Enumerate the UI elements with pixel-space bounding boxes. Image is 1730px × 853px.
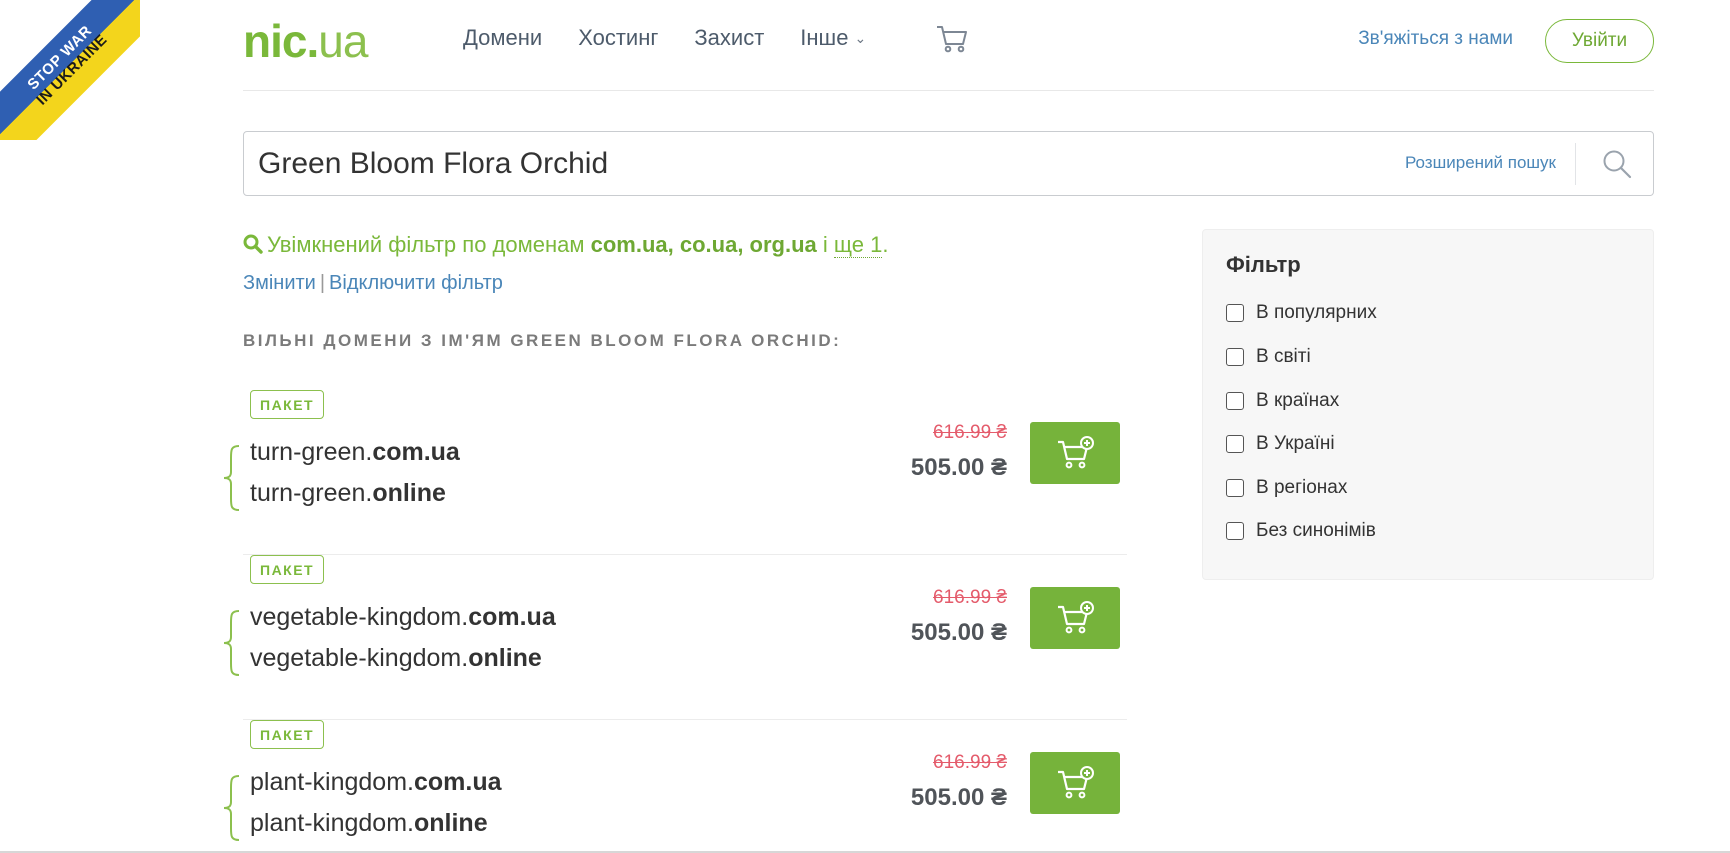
- nav-item-domains[interactable]: Домени: [463, 25, 542, 51]
- domain-tld: com.ua: [413, 768, 502, 796]
- domain-tld: online: [372, 479, 446, 507]
- add-to-cart-button[interactable]: [1030, 587, 1120, 649]
- result-item: ПАКЕТ turn-green.com.ua turn-green.onlin…: [223, 390, 1127, 555]
- domain-name[interactable]: turn-green.com.ua: [250, 438, 460, 467]
- filter-panel: Фільтр В популярних В світі В країнах В …: [1202, 229, 1654, 580]
- advanced-search-link[interactable]: Розширений пошук: [1405, 153, 1556, 173]
- filter-more-link[interactable]: ще 1: [833, 232, 883, 258]
- checkbox[interactable]: [1226, 348, 1244, 366]
- domain-tld: com.ua: [468, 603, 556, 631]
- domain-tld: online: [413, 809, 488, 837]
- nav-item-hosting[interactable]: Хостинг: [578, 25, 658, 51]
- domain-label: plant-kingdom: [250, 809, 408, 837]
- stop-war-ribbon: STOP WAR IN UKRAINE: [0, 0, 140, 140]
- old-price: 616.99 ₴: [933, 422, 1007, 443]
- brace-icon: [223, 445, 240, 511]
- search-divider: [1575, 143, 1576, 185]
- domain-name[interactable]: plant-kingdom.online: [250, 809, 488, 838]
- filter-links: Змінити | Відключити фільтр: [243, 272, 503, 295]
- main-nav: Домени Хостинг Захист Інше ⌄: [463, 25, 866, 51]
- checkbox[interactable]: [1226, 435, 1244, 453]
- chevron-down-icon: ⌄: [854, 29, 867, 46]
- logo-dot: .: [306, 15, 319, 67]
- ribbon-line-2: IN UKRAINE: [33, 31, 111, 109]
- price: 505.00 ₴: [910, 454, 1007, 481]
- contact-link[interactable]: Зв'яжіться з нами: [1358, 28, 1513, 50]
- filter-notice-text: Увімкнений фільтр по доменам: [267, 232, 585, 257]
- old-price: 616.99 ₴: [933, 752, 1007, 773]
- links-separator: |: [319, 272, 326, 294]
- result-item: ПАКЕТ vegetable-kingdom.com.ua vegetable…: [223, 555, 1127, 720]
- filter-title: Фільтр: [1226, 252, 1301, 277]
- filter-and: і: [822, 232, 828, 257]
- filter-domains: com.ua, co.ua, org.ua: [590, 232, 817, 257]
- filter-option-regions[interactable]: В регіонах: [1226, 477, 1347, 499]
- search-input[interactable]: [258, 142, 1258, 186]
- package-badge: ПАКЕТ: [250, 555, 325, 584]
- change-filter-link[interactable]: Змінити: [243, 272, 316, 294]
- price: 505.00 ₴: [910, 784, 1007, 811]
- old-price: 616.99 ₴: [933, 587, 1007, 608]
- filter-option-label: В Україні: [1256, 433, 1335, 454]
- search-box: Розширений пошук: [243, 131, 1654, 196]
- filter-option-world[interactable]: В світі: [1226, 346, 1311, 368]
- cart-add-icon: [1058, 436, 1094, 469]
- filter-option-ukraine[interactable]: В Україні: [1226, 433, 1335, 455]
- checkbox[interactable]: [1226, 479, 1244, 497]
- checkbox[interactable]: [1226, 522, 1244, 540]
- package-badge: ПАКЕТ: [250, 720, 325, 749]
- package-badge: ПАКЕТ: [250, 390, 325, 419]
- filter-option-countries[interactable]: В країнах: [1226, 390, 1339, 412]
- filter-option-label: В популярних: [1256, 302, 1377, 323]
- logo[interactable]: nic.ua: [243, 14, 368, 68]
- nav-item-other[interactable]: Інше ⌄: [800, 25, 866, 51]
- filter-notice: Увімкнений фільтр по доменам com.ua, co.…: [243, 232, 888, 258]
- brace-icon: [223, 775, 240, 841]
- disable-filter-link[interactable]: Відключити фільтр: [329, 272, 503, 294]
- magnifier-icon: [243, 234, 263, 254]
- domain-name[interactable]: plant-kingdom.com.ua: [250, 768, 502, 797]
- add-to-cart-button[interactable]: [1030, 752, 1120, 814]
- results-heading: ВІЛЬНІ ДОМЕНИ З ІМ'ЯМ GREEN BLOOM FLORA …: [243, 331, 842, 350]
- logo-main: nic: [243, 15, 307, 67]
- cart-icon[interactable]: [935, 24, 969, 54]
- filter-suffix: .: [882, 232, 889, 257]
- filter-option-label: В регіонах: [1256, 477, 1348, 498]
- logo-tld: ua: [318, 15, 368, 67]
- header: nic.ua Домени Хостинг Захист Інше ⌄ Зв'яж…: [243, 0, 1654, 91]
- domain-label: vegetable-kingdom: [250, 644, 462, 672]
- filter-option-label: В країнах: [1256, 390, 1340, 411]
- domain-name[interactable]: vegetable-kingdom.online: [250, 644, 542, 673]
- cart-add-icon: [1058, 766, 1094, 799]
- domain-name[interactable]: turn-green.online: [250, 479, 446, 508]
- domain-tld: com.ua: [372, 438, 460, 466]
- add-to-cart-button[interactable]: [1030, 422, 1120, 484]
- search-icon[interactable]: [1601, 148, 1633, 180]
- filter-option-no-synonyms[interactable]: Без синонімів: [1226, 520, 1376, 542]
- domain-label: turn-green: [250, 438, 366, 466]
- checkbox[interactable]: [1226, 304, 1244, 322]
- checkbox[interactable]: [1226, 392, 1244, 410]
- filter-option-label: Без синонімів: [1256, 520, 1376, 541]
- filter-option-popular[interactable]: В популярних: [1226, 302, 1377, 324]
- domain-name[interactable]: vegetable-kingdom.com.ua: [250, 603, 556, 632]
- brace-icon: [223, 610, 240, 676]
- login-button[interactable]: Увійти: [1545, 19, 1654, 63]
- domain-label: vegetable-kingdom: [250, 603, 462, 631]
- price: 505.00 ₴: [910, 619, 1007, 646]
- domain-label: turn-green: [250, 479, 366, 507]
- domain-label: plant-kingdom: [250, 768, 408, 796]
- nav-item-other-label: Інше: [800, 25, 849, 50]
- cart-add-icon: [1058, 601, 1094, 634]
- domain-tld: online: [468, 644, 542, 672]
- nav-item-protection[interactable]: Захист: [694, 25, 764, 51]
- result-item: ПАКЕТ plant-kingdom.com.ua plant-kingdom…: [223, 720, 1127, 853]
- filter-option-label: В світі: [1256, 346, 1311, 367]
